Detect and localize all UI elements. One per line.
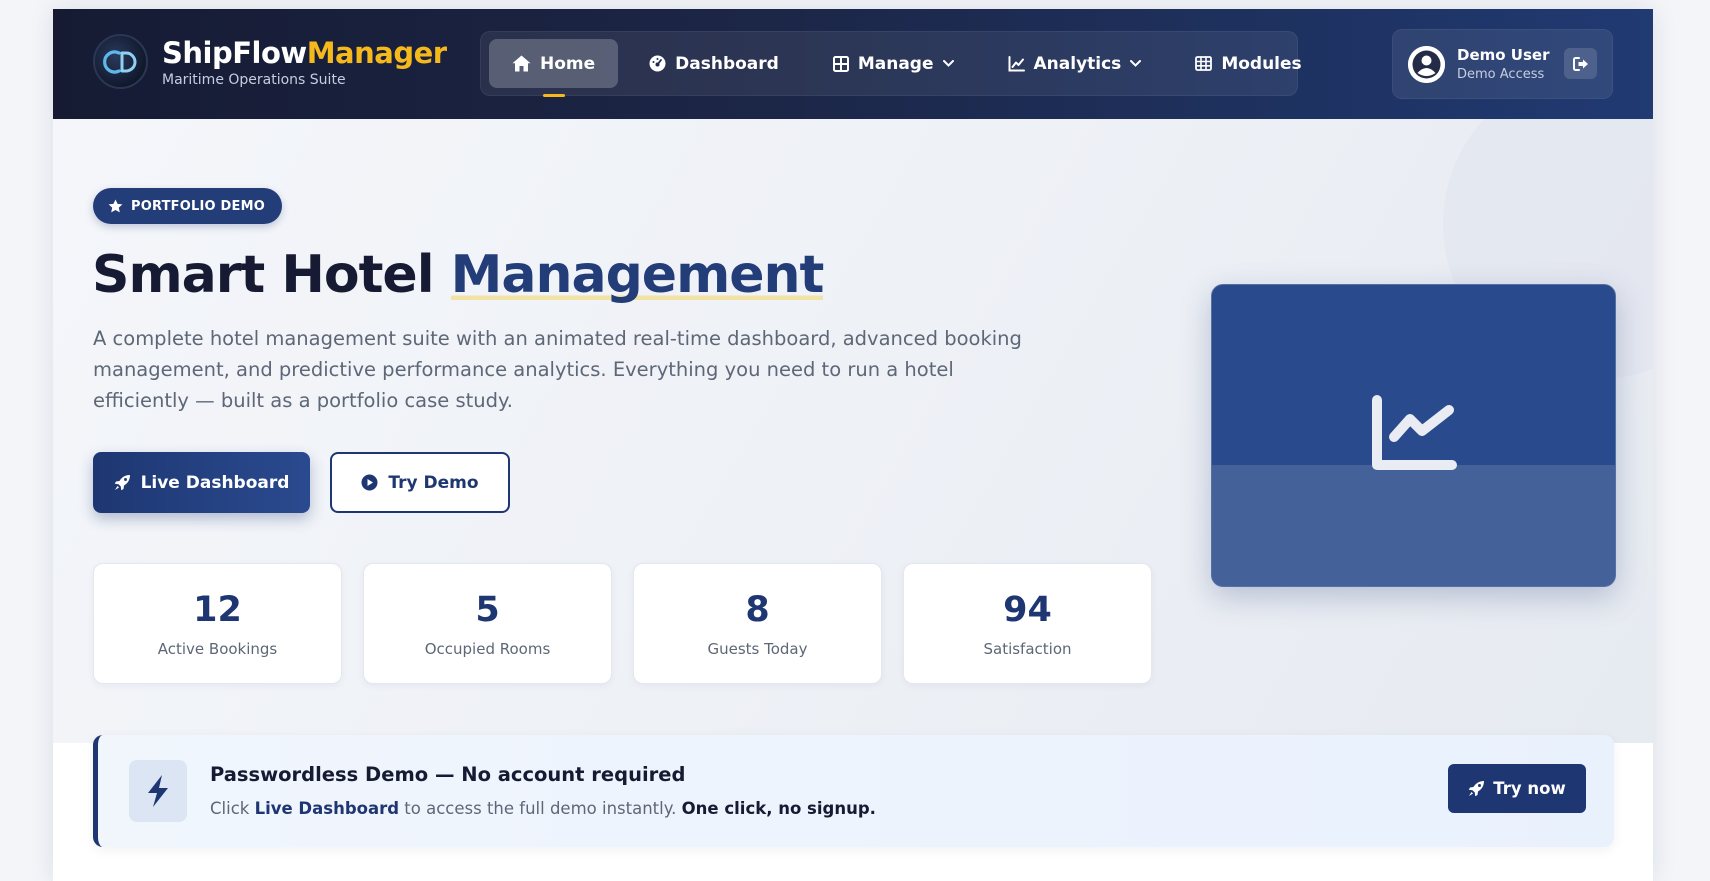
stat-value: 8 xyxy=(745,589,770,630)
avatar xyxy=(1408,45,1445,83)
passwordless-demo-callout: Passwordless Demo — No account required … xyxy=(93,735,1614,847)
nav-home[interactable]: Home xyxy=(489,39,619,88)
chart-line-icon xyxy=(1372,395,1457,470)
play-circle-icon xyxy=(361,474,378,491)
stat-label: Active Bookings xyxy=(157,639,278,658)
nav-modules[interactable]: Modules xyxy=(1172,39,1324,88)
try-demo-button[interactable]: Try Demo xyxy=(330,452,510,513)
stat-value: 12 xyxy=(193,589,242,630)
logo-icon xyxy=(93,34,148,89)
user-name: Demo User xyxy=(1457,46,1550,64)
sign-out-icon xyxy=(1572,56,1588,71)
portfolio-badge: PORTFOLIO DEMO xyxy=(93,188,282,224)
app-frame: ShipFlowManager Maritime Operations Suit… xyxy=(53,9,1653,881)
live-dashboard-button[interactable]: Live Dashboard xyxy=(93,452,310,513)
logout-button[interactable] xyxy=(1564,48,1597,79)
stat-card-active-bookings: 12 Active Bookings xyxy=(93,563,342,684)
nav-analytics[interactable]: Analytics xyxy=(985,39,1165,88)
rocket-icon xyxy=(114,475,130,491)
main-nav: Home Dashboard Manage Analytics Modules xyxy=(480,31,1302,96)
stat-label: Satisfaction xyxy=(983,639,1072,658)
hero-description: A complete hotel management suite with a… xyxy=(93,327,1022,412)
user-role: Demo Access xyxy=(1457,67,1545,82)
try-now-button[interactable]: Try now xyxy=(1448,764,1586,813)
user-menu[interactable]: Demo User Demo Access xyxy=(1392,29,1613,99)
brand-subtitle: Maritime Operations Suite xyxy=(162,71,346,88)
brand-name: ShipFlowManager xyxy=(162,35,447,70)
grid-icon xyxy=(832,55,849,72)
chevron-down-icon xyxy=(1130,60,1142,67)
table-icon xyxy=(1195,56,1213,71)
stat-label: Occupied Rooms xyxy=(424,639,551,658)
callout-body: Click Live Dashboard to access the full … xyxy=(210,799,876,818)
page-title: Smart Hotel Management xyxy=(92,245,824,305)
stat-card-satisfaction: 94 Satisfaction xyxy=(903,563,1152,684)
home-icon xyxy=(512,55,531,72)
chevron-down-icon xyxy=(942,60,954,67)
stat-label: Guests Today xyxy=(707,639,808,658)
stat-value: 94 xyxy=(1003,589,1052,630)
stat-value: 5 xyxy=(475,589,500,630)
lightning-icon xyxy=(129,760,187,822)
star-icon xyxy=(108,199,123,213)
hero-section: PORTFOLIO DEMO Smart Hotel Management A … xyxy=(53,119,1653,743)
gauge-icon xyxy=(649,55,666,72)
callout-title: Passwordless Demo — No account required xyxy=(210,763,686,786)
rocket-icon xyxy=(1469,781,1485,797)
stat-card-occupied-rooms: 5 Occupied Rooms xyxy=(363,563,612,684)
chart-line-icon xyxy=(1008,55,1025,71)
top-navbar: ShipFlowManager Maritime Operations Suit… xyxy=(53,9,1653,119)
hero-visual-card xyxy=(1211,284,1616,587)
nav-dashboard[interactable]: Dashboard xyxy=(626,39,802,88)
nav-manage[interactable]: Manage xyxy=(810,39,977,88)
stat-card-guests-today: 8 Guests Today xyxy=(633,563,882,684)
brand[interactable]: ShipFlowManager Maritime Operations Suit… xyxy=(93,34,447,89)
user-circle-icon xyxy=(1408,45,1445,83)
